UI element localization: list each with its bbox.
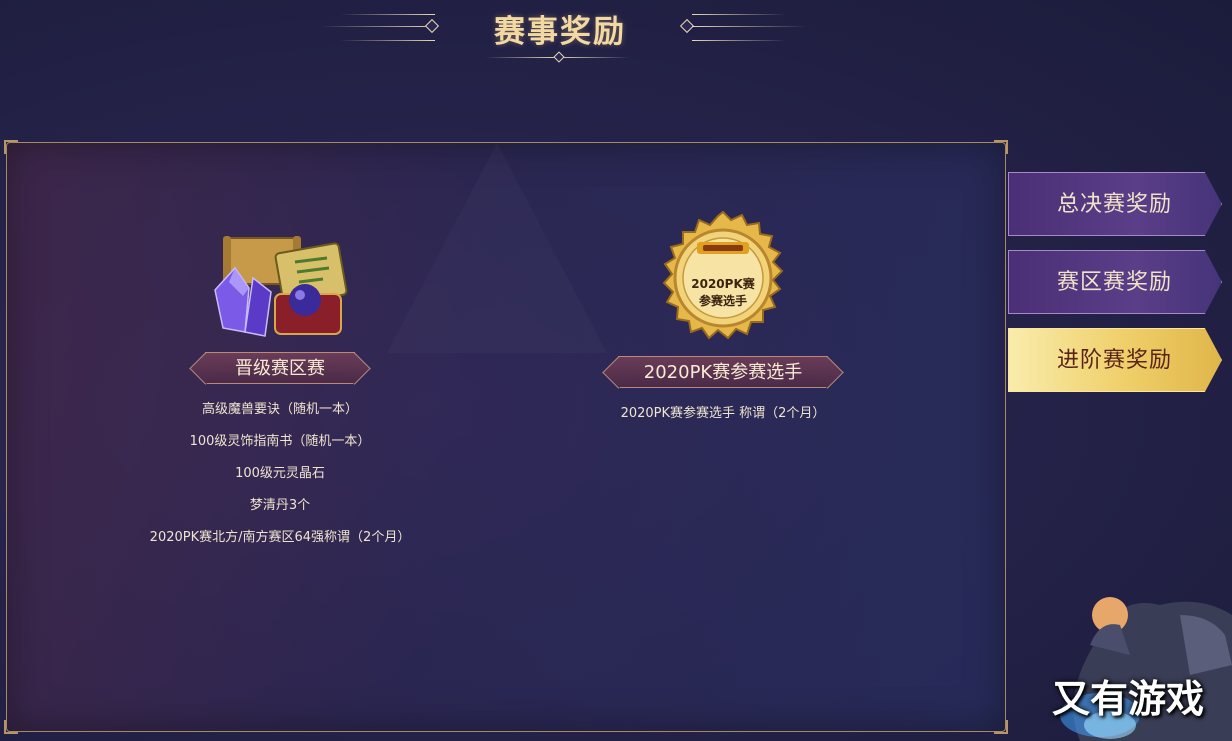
medal-text-line-2: 参赛选手 xyxy=(699,293,747,308)
header-left-line xyxy=(320,26,435,27)
tab-division-rewards[interactable]: 赛区赛奖励 xyxy=(1008,250,1222,314)
header-right-line xyxy=(692,40,787,41)
medal-text-line-1: 2020PK赛 xyxy=(691,276,755,291)
list-item: 高级魔兽要诀（随机一本） xyxy=(201,402,358,417)
section-header: 赛事奖励 xyxy=(0,0,1232,80)
header-left-line xyxy=(340,14,435,15)
panel-corner xyxy=(994,140,1008,154)
title-underline-diamond xyxy=(553,51,565,63)
tab-finals-rewards[interactable]: 总决赛奖励 xyxy=(1008,172,1222,236)
list-item: 100级元灵晶石 xyxy=(235,466,325,481)
header-left-diamond xyxy=(424,18,440,34)
header-right-line xyxy=(692,26,807,27)
reward-name-plate: 晋级赛区赛 xyxy=(205,352,355,384)
panel-corner xyxy=(994,720,1008,734)
reward-item-list: 高级魔兽要诀（随机一本） 100级灵饰指南书（随机一本） 100级元灵晶石 梦清… xyxy=(130,400,430,560)
reward-tabs: 总决赛奖励 赛区赛奖励 进阶赛奖励 xyxy=(1008,172,1232,406)
panel-corner xyxy=(4,140,18,154)
reward-card-promotion: 晋级赛区赛 高级魔兽要诀（随机一本） 100级灵饰指南书（随机一本） 100级元… xyxy=(130,232,430,560)
reward-name-plate: 2020PK赛参赛选手 xyxy=(618,356,828,388)
page-title: 赛事奖励 xyxy=(494,14,626,50)
panel-corner xyxy=(4,720,18,734)
reward-bundle-icon xyxy=(205,232,355,340)
tab-advanced-rewards[interactable]: 进阶赛奖励 xyxy=(1008,328,1222,392)
medal-icon: 2020PK赛 参赛选手 xyxy=(655,210,791,346)
list-item: 100级灵饰指南书（随机一本） xyxy=(189,434,371,449)
list-item: 梦清丹3个 xyxy=(249,498,311,513)
header-left-line xyxy=(340,40,435,41)
list-item: 2020PK赛参赛选手 称谓（2个月） xyxy=(620,406,826,421)
reward-card-participant: 2020PK赛 参赛选手 2020PK赛参赛选手 2020PK赛参赛选手 称谓（… xyxy=(573,210,873,436)
watermark: 又有游戏 xyxy=(1052,677,1205,721)
list-item: 2020PK赛北方/南方赛区64强称谓（2个月） xyxy=(149,530,411,545)
header-right-line xyxy=(692,14,787,15)
reward-item-list: 2020PK赛参赛选手 称谓（2个月） xyxy=(573,404,873,436)
